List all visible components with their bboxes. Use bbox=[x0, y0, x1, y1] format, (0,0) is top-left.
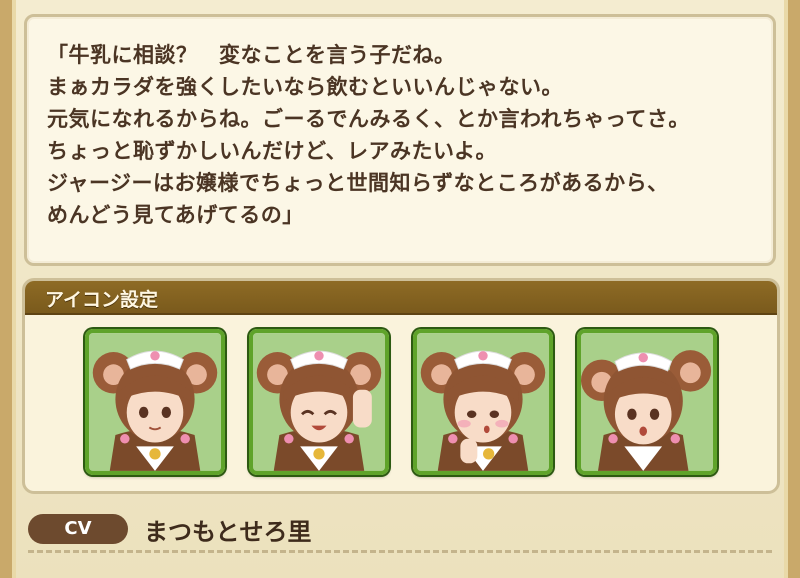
quote-line: ジャージーはお嬢様でちょっと世間知らずなところがあるから、 bbox=[47, 171, 669, 195]
portrait-icon-shy[interactable] bbox=[413, 329, 553, 475]
section-header: アイコン設定 bbox=[25, 281, 777, 315]
cv-row: CV まつもとせろ里 bbox=[28, 510, 772, 550]
portrait-icon-laugh[interactable] bbox=[249, 329, 389, 475]
portrait-icon-surprised[interactable] bbox=[577, 329, 717, 475]
character-portrait-surprised bbox=[581, 333, 713, 471]
divider bbox=[28, 550, 772, 553]
cv-badge: CV bbox=[28, 514, 128, 544]
quote-box: 「牛乳に相談？ 変なことを言う子だね。 まぁカラダを強くしたいなら飲むといいんじ… bbox=[24, 14, 776, 266]
quote-line: 「牛乳に相談？ 変なことを言う子だね。 bbox=[47, 43, 456, 67]
section-title: アイコン設定 bbox=[45, 289, 159, 311]
quote-line: まぁカラダを強くしたいなら飲むといいんじゃない。 bbox=[47, 75, 563, 99]
quote-line: ちょっと恥ずかしいんだけど、レアみたいよ。 bbox=[47, 139, 498, 163]
portrait-icon-smile[interactable] bbox=[85, 329, 225, 475]
character-portrait-shy bbox=[417, 333, 549, 471]
character-portrait-laugh bbox=[253, 333, 385, 471]
character-portrait-smile bbox=[89, 333, 221, 471]
icon-settings-section: アイコン設定 bbox=[22, 278, 780, 494]
voice-actor-name: まつもとせろ里 bbox=[144, 518, 312, 546]
quote-line: めんどう見てあげてるの」 bbox=[47, 203, 304, 227]
quote-line: 元気になれるからね。ごーるでんみるく、とか言われちゃってさ。 bbox=[47, 107, 690, 131]
